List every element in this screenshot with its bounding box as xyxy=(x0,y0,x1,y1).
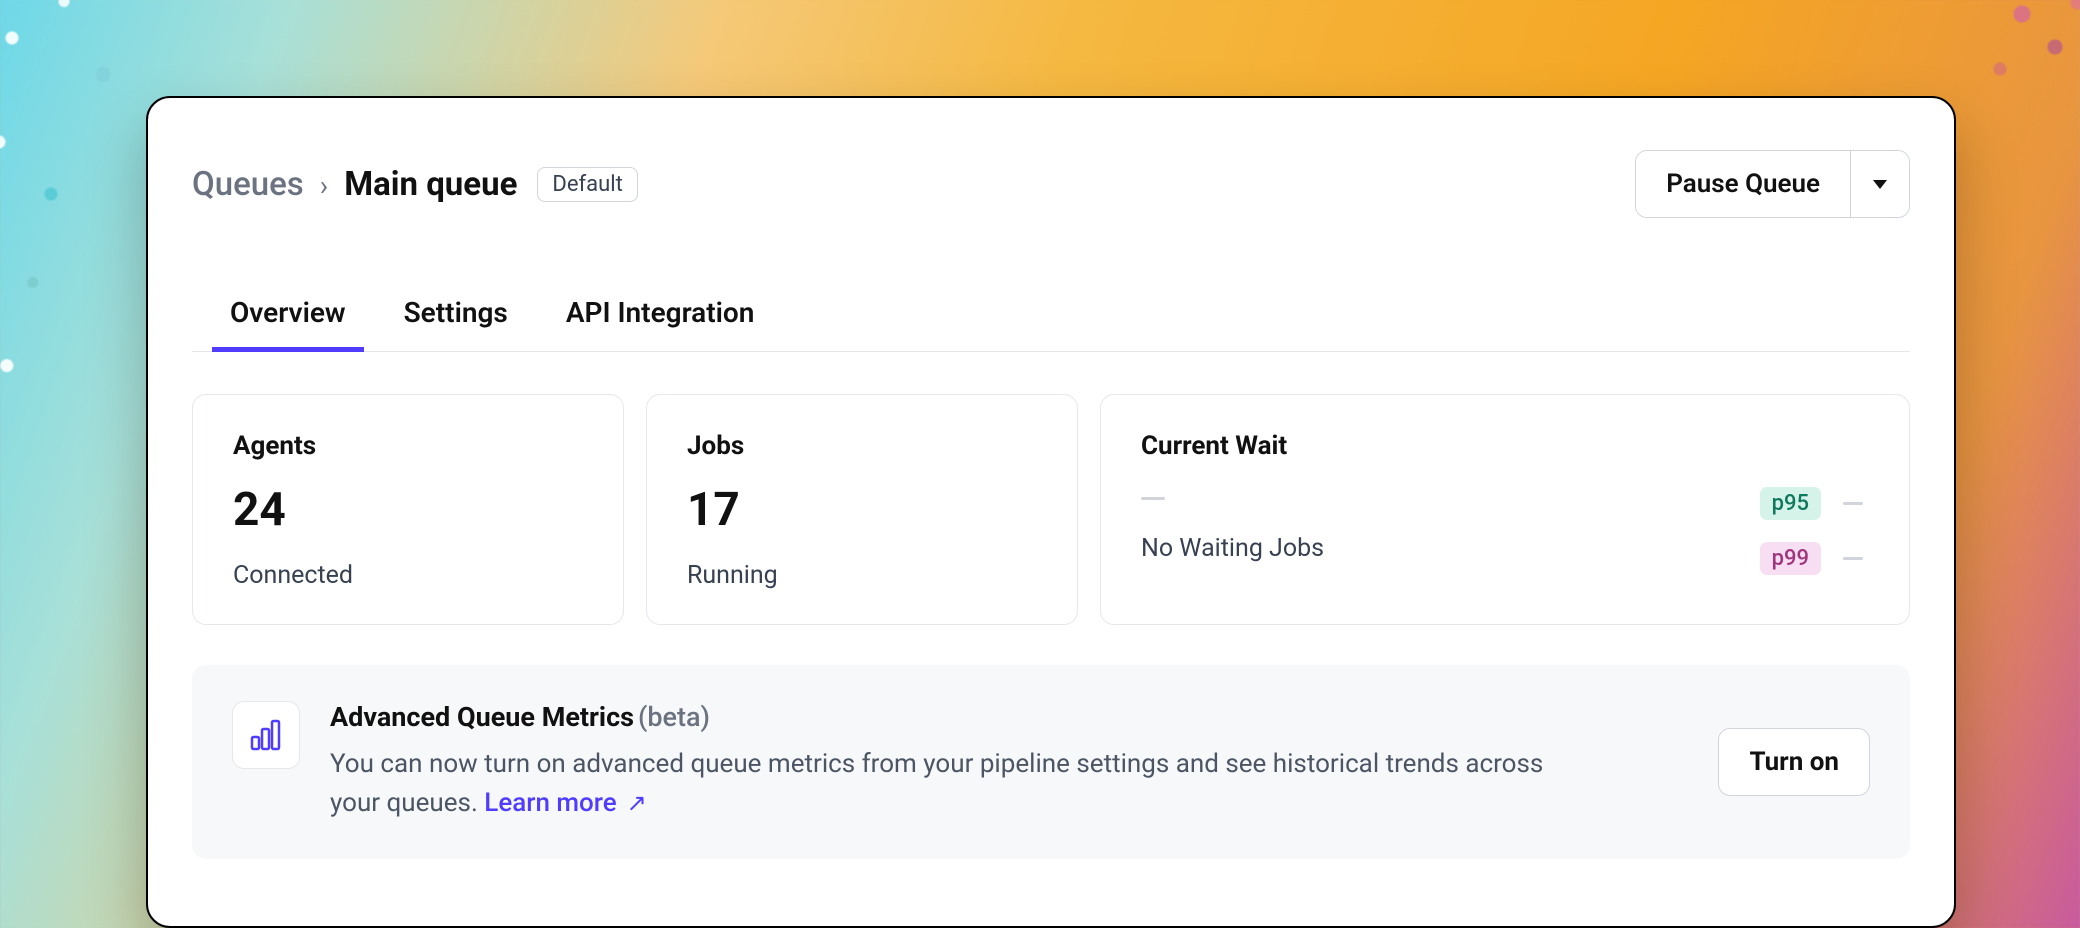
p95-row: p95 xyxy=(1760,487,1863,520)
tab-settings[interactable]: Settings xyxy=(404,296,508,351)
bar-chart-icon xyxy=(248,717,284,753)
breadcrumb-root[interactable]: Queues xyxy=(192,165,304,204)
agents-value: 24 xyxy=(233,483,583,537)
wait-value-empty xyxy=(1141,497,1165,500)
promo-icon-box xyxy=(232,701,300,769)
jobs-sub: Running xyxy=(687,561,1037,590)
agents-sub: Connected xyxy=(233,561,583,590)
external-link-icon: ↗ xyxy=(621,789,647,817)
p95-value-empty xyxy=(1843,502,1863,505)
p95-badge: p95 xyxy=(1760,487,1821,520)
promo-description: You can now turn on advanced queue metri… xyxy=(330,745,1590,823)
wait-title: Current Wait xyxy=(1141,431,1869,461)
header-row: Queues › Main queue Default Pause Queue xyxy=(192,150,1910,218)
tab-overview[interactable]: Overview xyxy=(230,296,346,351)
jobs-title: Jobs xyxy=(687,431,1037,461)
default-badge: Default xyxy=(537,167,637,202)
jobs-value: 17 xyxy=(687,483,1037,537)
actions-dropdown-button[interactable] xyxy=(1850,151,1909,217)
promo-beta-label: (beta) xyxy=(638,701,710,733)
turn-on-button[interactable]: Turn on xyxy=(1718,728,1870,796)
tab-api-integration[interactable]: API Integration xyxy=(566,296,755,351)
action-button-group: Pause Queue xyxy=(1635,150,1910,218)
tabs: Overview Settings API Integration xyxy=(192,296,1910,352)
chevron-right-icon: › xyxy=(320,169,328,202)
current-wait-card: Current Wait No Waiting Jobs p95 p99 xyxy=(1100,394,1910,625)
breadcrumb: Queues › Main queue Default xyxy=(192,165,638,204)
promo-title: Advanced Queue Metrics xyxy=(330,701,634,733)
pause-queue-button[interactable]: Pause Queue xyxy=(1636,151,1850,217)
wait-sub: No Waiting Jobs xyxy=(1141,534,1324,563)
jobs-card: Jobs 17 Running xyxy=(646,394,1078,625)
agents-title: Agents xyxy=(233,431,583,461)
learn-more-link[interactable]: Learn more xyxy=(484,788,616,818)
breadcrumb-current: Main queue xyxy=(344,165,517,204)
queue-detail-panel: Queues › Main queue Default Pause Queue … xyxy=(146,96,1956,928)
agents-card: Agents 24 Connected xyxy=(192,394,624,625)
stats-row: Agents 24 Connected Jobs 17 Running Curr… xyxy=(192,394,1910,625)
p99-row: p99 xyxy=(1760,542,1863,575)
p99-badge: p99 xyxy=(1760,542,1821,575)
advanced-metrics-promo: Advanced Queue Metrics (beta) You can no… xyxy=(192,665,1910,859)
p99-value-empty xyxy=(1843,557,1863,560)
caret-down-icon xyxy=(1873,180,1887,189)
